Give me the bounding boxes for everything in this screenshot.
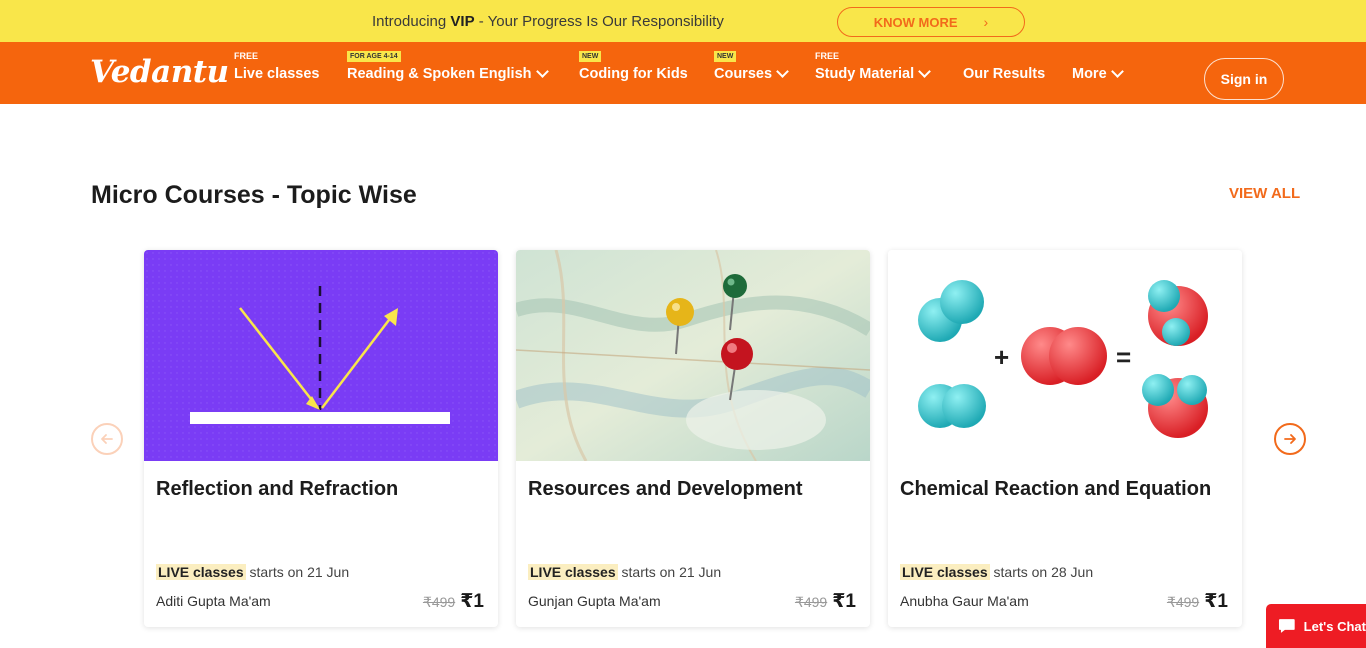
chevron-down-icon [1110,65,1124,78]
main-nav: Vedantu FREE Live classes FOR AGE 4-14 R… [0,42,1366,104]
svg-text:+: + [994,342,1009,372]
lets-chat-button[interactable]: Let's Chat [1266,604,1366,648]
price: ₹499 ₹1 [1167,590,1228,613]
promo-banner: Introducing VIP - Your Progress Is Our R… [0,0,1366,42]
know-more-button[interactable]: KNOW MORE › [837,7,1025,37]
price: ₹499 ₹1 [423,590,484,613]
chevron-down-icon [535,65,549,78]
price: ₹499 ₹1 [795,590,856,613]
sale-price: ₹1 [1204,591,1228,612]
arrow-right-icon [1284,434,1296,444]
live-info: LIVE classes starts on 21 Jun [528,564,722,580]
nav-live-classes[interactable]: FREE Live classes [234,51,319,82]
original-price: ₹499 [794,594,828,610]
sign-in-button[interactable]: Sign in [1204,58,1284,100]
nav-reading-spoken-english[interactable]: FOR AGE 4-14 Reading & Spoken English [347,51,549,82]
course-title: Reflection and Refraction [156,478,399,500]
nav-study-material[interactable]: FREE Study Material [815,51,931,82]
carousel-next-button[interactable] [1274,423,1306,455]
nav-our-results[interactable]: Our Results [963,51,1045,82]
chevron-down-icon [918,65,931,78]
nav-more[interactable]: More [1072,51,1124,82]
teacher-name: Anubha Gaur Ma'am [900,593,1029,609]
nav-coding-for-kids[interactable]: NEW Coding for Kids [579,51,688,82]
section-title: Micro Courses - Topic Wise [91,181,417,209]
course-card[interactable]: + = Chemical Reaction and Equation LIVE … [888,250,1242,627]
vedantu-logo[interactable]: Vedantu [90,54,229,90]
course-title: Chemical Reaction and Equation [900,478,1212,500]
reflection-illustration [144,250,498,461]
course-title: Resources and Development [528,478,803,500]
carousel-prev-button[interactable] [91,423,123,455]
chevron-down-icon [776,65,789,78]
chevron-right-icon: › [983,14,989,30]
map-pins-image [516,250,870,461]
promo-text: Introducing VIP - Your Progress Is Our R… [372,13,724,30]
live-info: LIVE classes starts on 28 Jun [900,564,1094,580]
original-price: ₹499 [422,594,456,610]
sale-price: ₹1 [460,591,484,612]
chat-bubble-icon [1278,619,1295,633]
nav-courses[interactable]: NEW Courses [714,51,789,82]
teacher-name: Gunjan Gupta Ma'am [528,593,661,609]
molecule-equation-illustration: + = [888,250,1242,461]
view-all-link[interactable]: VIEW ALL [1229,185,1300,202]
original-price: ₹499 [1166,594,1200,610]
teacher-name: Aditi Gupta Ma'am [156,593,271,609]
course-card[interactable]: Resources and Development LIVE classes s… [516,250,870,627]
live-info: LIVE classes starts on 21 Jun [156,564,350,580]
sale-price: ₹1 [832,591,856,612]
arrow-left-icon [101,434,113,444]
svg-text:=: = [1116,342,1131,372]
course-card[interactable]: Reflection and Refraction LIVE classes s… [144,250,498,627]
